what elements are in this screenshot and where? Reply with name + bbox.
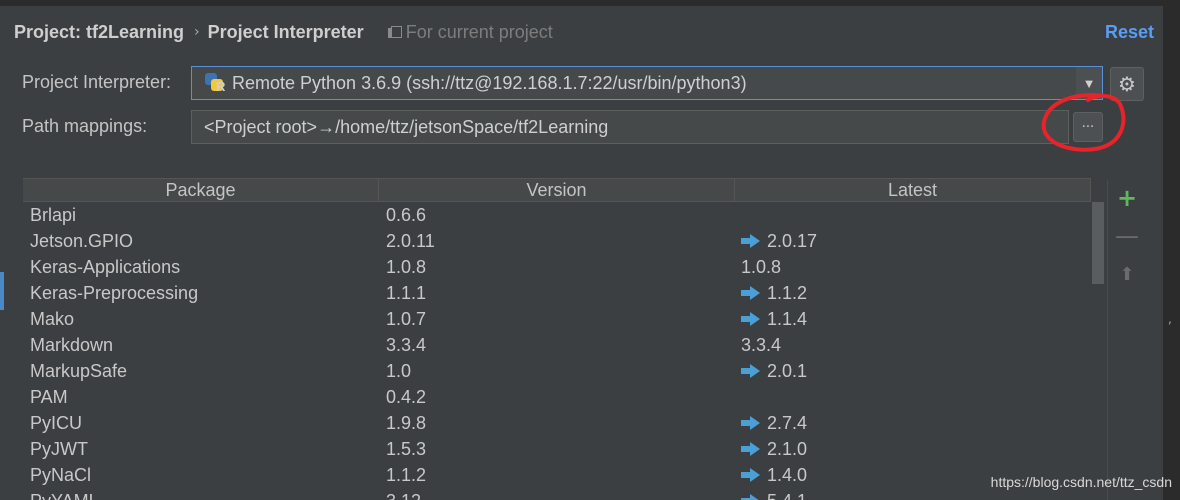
package-name: PyYAML: [23, 488, 379, 500]
package-latest: 2.1.0: [735, 436, 1091, 462]
package-version: 1.0.8: [386, 256, 427, 277]
breadcrumb-project: Project: tf2Learning: [14, 21, 185, 42]
package-name: Markdown: [30, 334, 114, 355]
upgrade-package-button[interactable]: ⬆: [1108, 256, 1146, 292]
editor-glyph: ,: [1168, 312, 1172, 326]
editor-background: [1163, 0, 1180, 500]
package-name: PAM: [30, 386, 68, 407]
package-latest: 1.1.2: [735, 280, 1091, 306]
package-latest: 2.0.1: [735, 358, 1091, 384]
package-name: MarkupSafe: [30, 360, 128, 381]
table-row[interactable]: PyYAML3.12 5.4.1: [23, 488, 1091, 500]
package-version: 1.0.7: [386, 308, 427, 329]
package-name: PyJWT: [30, 438, 88, 459]
update-arrow-icon: [741, 234, 760, 248]
update-arrow-icon: [741, 416, 760, 430]
table-row[interactable]: PyNaCl 1.1.2 1.4.0: [23, 462, 1091, 488]
latest-version-label: 2.0.17: [767, 230, 818, 251]
gear-icon[interactable]: ⚙: [1110, 67, 1144, 101]
table-header: Package Version Latest: [23, 178, 1091, 202]
add-package-button[interactable]: +: [1108, 180, 1146, 216]
package-version: 1.1.2: [386, 464, 427, 485]
latest-version-label: 1.4.0: [767, 464, 808, 485]
latest-version-label: 2.1.0: [767, 438, 808, 459]
package-latest: 1.0.8: [735, 254, 1091, 280]
package-name: Keras-Preprocessing: [30, 282, 199, 303]
package-name: Brlapi: [30, 204, 77, 225]
update-arrow-icon: [741, 468, 760, 482]
table-row[interactable]: Brlapi 0.6.6: [23, 202, 1091, 228]
interpreter-select[interactable]: R Remote Python 3.6.9 (ssh://ttz@192.168…: [191, 66, 1103, 100]
update-arrow-icon: [741, 494, 760, 500]
package-version: 1.1.1: [386, 282, 427, 303]
page-title: Project Interpreter: [207, 21, 364, 42]
path-mappings-field[interactable]: <Project root>→/home/ttz/jetsonSpace/tf2…: [191, 110, 1069, 144]
package-latest: 1.1.4: [735, 306, 1091, 332]
latest-version-label: 3.3.4: [741, 334, 782, 355]
package-version: 1.5.3: [386, 438, 427, 459]
table-row[interactable]: Mako 1.0.7 1.1.4: [23, 306, 1091, 332]
scrollbar-thumb[interactable]: [1092, 202, 1104, 284]
package-name: PyNaCl: [30, 464, 92, 485]
package-toolbar: + — ⬆: [1107, 180, 1145, 500]
table-row[interactable]: Jetson.GPIO 2.0.11 2.0.17: [23, 228, 1091, 254]
table-row[interactable]: Keras-Preprocessing 1.1.1 1.1.2: [23, 280, 1091, 306]
chevron-down-icon[interactable]: ▼: [1076, 67, 1102, 99]
browse-path-mappings-button[interactable]: ···: [1073, 112, 1103, 142]
package-latest: [735, 384, 1091, 410]
table-row[interactable]: PyJWT 1.5.3 2.1.0: [23, 436, 1091, 462]
column-header-version[interactable]: Version: [379, 179, 735, 201]
table-row[interactable]: Markdown 3.3.4 3.3.4: [23, 332, 1091, 358]
update-arrow-icon: [741, 442, 760, 456]
packages-table: Package Version Latest Brlapi 0.6.6 Jetson…: [23, 178, 1091, 500]
package-latest: 2.7.4: [735, 410, 1091, 436]
package-version: 0.6.6: [386, 204, 427, 225]
left-selection-accent: [0, 272, 4, 310]
scope-indicator: For current project: [387, 21, 553, 43]
latest-version-label: 1.0.8: [741, 256, 782, 277]
table-row[interactable]: PAM 0.4.2: [23, 384, 1091, 410]
interpreter-value: Remote Python 3.6.9 (ssh://ttz@192.168.1…: [232, 72, 747, 93]
latest-version-label: 2.7.4: [767, 412, 808, 433]
package-version: 0.4.2: [386, 386, 427, 407]
reset-link[interactable]: Reset: [1105, 22, 1154, 43]
package-name: PyICU: [30, 412, 83, 433]
breadcrumb-separator: ›: [194, 24, 200, 40]
latest-version-label: 5.4.1: [767, 491, 807, 500]
latest-version-label: 2.0.1: [767, 360, 808, 381]
table-row[interactable]: PyICU 1.9.8 2.7.4: [23, 410, 1091, 436]
top-editor-strip: [0, 0, 1180, 6]
table-scrollbar[interactable]: [1091, 202, 1105, 500]
package-latest: 2.0.17: [735, 228, 1091, 254]
update-arrow-icon: [741, 312, 760, 326]
table-body: Brlapi 0.6.6 Jetson.GPIO 2.0.11 2.0.17 Keras-…: [23, 202, 1091, 500]
package-latest: [735, 202, 1091, 228]
path-mappings-label: Path mappings:: [22, 116, 148, 136]
package-version: 3.12: [379, 488, 735, 500]
table-row[interactable]: Keras-Applications 1.0.8 1.0.8: [23, 254, 1091, 280]
latest-version-label: 1.1.4: [767, 308, 808, 329]
scope-label: For current project: [405, 21, 553, 42]
package-name: Mako: [30, 308, 75, 329]
update-arrow-icon: [741, 364, 760, 378]
package-version: 3.3.4: [386, 334, 427, 355]
copy-scope-icon: [387, 26, 402, 38]
package-version: 1.0: [386, 360, 412, 381]
watermark: https://blog.csdn.net/ttz_csdn: [990, 474, 1172, 490]
package-name: Keras-Applications: [30, 256, 181, 277]
column-header-latest[interactable]: Latest: [735, 179, 1091, 201]
column-header-package[interactable]: Package: [23, 179, 379, 201]
settings-panel: , Project: tf2Learning › Project Interpr…: [0, 0, 1180, 500]
package-latest: 3.3.4: [735, 332, 1091, 358]
latest-version-label: 1.1.2: [767, 282, 808, 303]
package-version: 1.9.8: [386, 412, 427, 433]
package-version: 2.0.11: [386, 230, 435, 251]
table-row[interactable]: MarkupSafe 1.0 2.0.1: [23, 358, 1091, 384]
breadcrumb: Project: tf2Learning › Project Interpret…: [0, 8, 1163, 56]
python-remote-icon: R: [204, 72, 226, 94]
interpreter-label: Project Interpreter:: [22, 72, 172, 92]
remove-package-button[interactable]: —: [1108, 218, 1146, 254]
update-arrow-icon: [741, 286, 760, 300]
package-name: Jetson.GPIO: [30, 230, 134, 251]
